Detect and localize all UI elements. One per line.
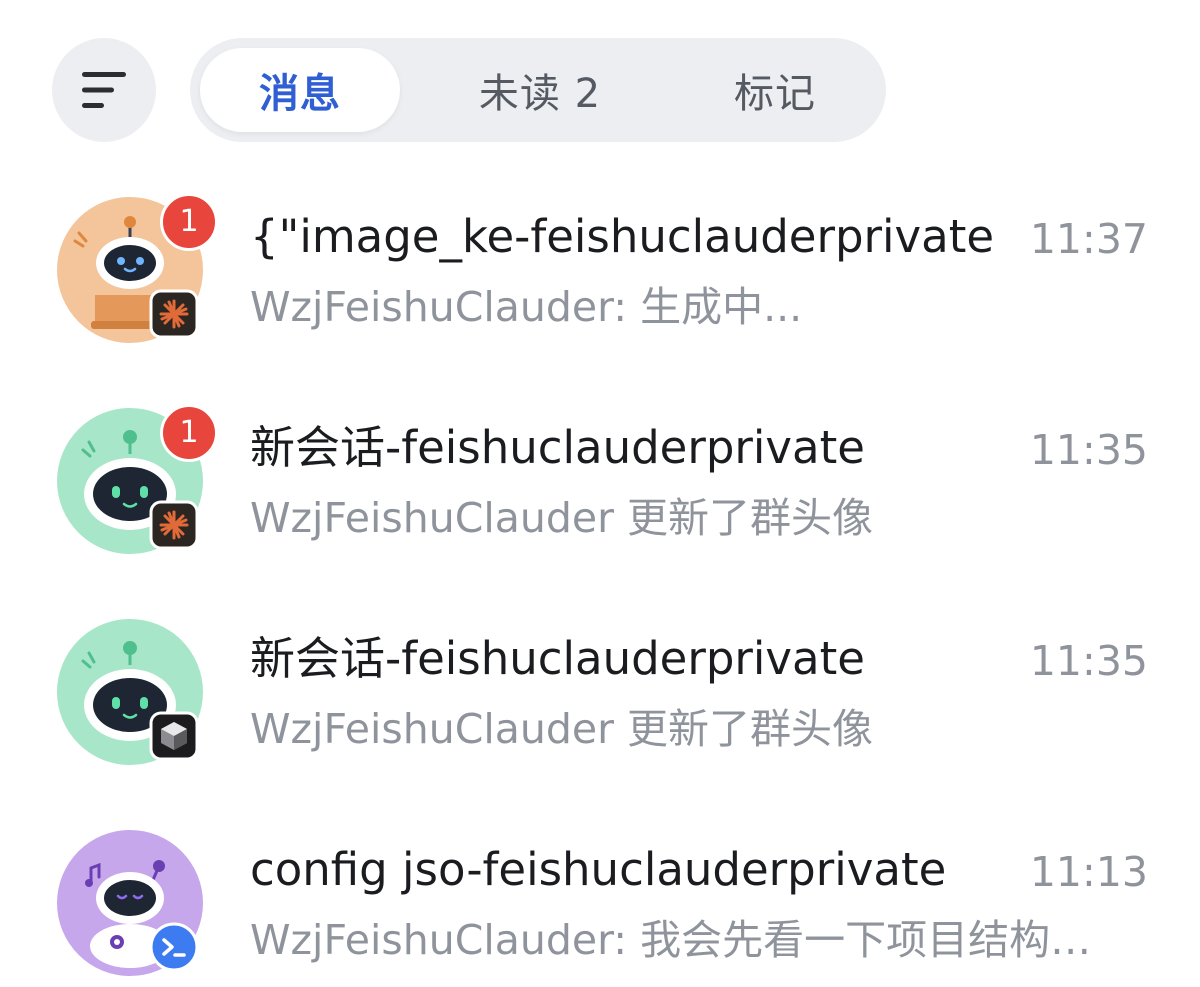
conversation-list: 1 {"image_ke-feishuclauderprivate 11:37 … xyxy=(0,165,1200,987)
avatar[interactable]: 1 xyxy=(55,404,218,556)
terminal-icon xyxy=(149,922,199,972)
claude-starburst-icon xyxy=(149,289,199,339)
conversation-item[interactable]: 1 新会话-feishuclauderprivate 11:35 WzjFeis… xyxy=(0,376,1200,587)
cube-icon xyxy=(149,711,199,761)
menu-button[interactable] xyxy=(52,38,156,142)
claude-starburst-icon xyxy=(149,500,199,550)
message-list-screen: 消息 未读 2 标记 1 {"image_ke-feishuclauderpri… xyxy=(0,0,1200,987)
conversation-title: {"image_ke-feishuclauderprivate xyxy=(250,210,995,263)
conversation-title: config jso-feishuclauderprivate xyxy=(250,843,947,896)
conversation-time: 11:35 xyxy=(1029,637,1148,685)
conversation-preview: WzjFeishuClauder: 我会先看一下项目结构… xyxy=(250,916,1092,964)
message-filter-tabs: 消息 未读 2 标记 xyxy=(190,38,886,142)
unread-badge: 1 xyxy=(160,193,218,251)
tab-unread[interactable]: 未读 2 xyxy=(440,48,640,132)
conversation-preview: WzjFeishuClauder 更新了群头像 xyxy=(250,705,874,753)
hamburger-menu-icon xyxy=(82,72,126,108)
avatar[interactable] xyxy=(55,828,205,978)
conversation-preview: WzjFeishuClauder: 生成中... xyxy=(250,283,803,331)
unread-badge: 1 xyxy=(160,404,218,462)
conversation-item[interactable]: config jso-feishuclauderprivate 11:13 Wz… xyxy=(0,798,1200,987)
tab-marked[interactable]: 标记 xyxy=(680,48,870,132)
conversation-time: 11:37 xyxy=(1029,215,1148,263)
conversation-title: 新会话-feishuclauderprivate xyxy=(250,632,865,685)
conversation-item[interactable]: 1 {"image_ke-feishuclauderprivate 11:37 … xyxy=(0,165,1200,376)
avatar[interactable] xyxy=(55,617,205,767)
conversation-time: 11:35 xyxy=(1029,426,1148,474)
conversation-preview: WzjFeishuClauder 更新了群头像 xyxy=(250,494,874,542)
avatar[interactable]: 1 xyxy=(55,193,218,345)
conversation-title: 新会话-feishuclauderprivate xyxy=(250,421,865,474)
tab-messages[interactable]: 消息 xyxy=(200,48,400,132)
conversation-item[interactable]: 新会话-feishuclauderprivate 11:35 WzjFeishu… xyxy=(0,587,1200,798)
conversation-time: 11:13 xyxy=(1029,848,1148,896)
